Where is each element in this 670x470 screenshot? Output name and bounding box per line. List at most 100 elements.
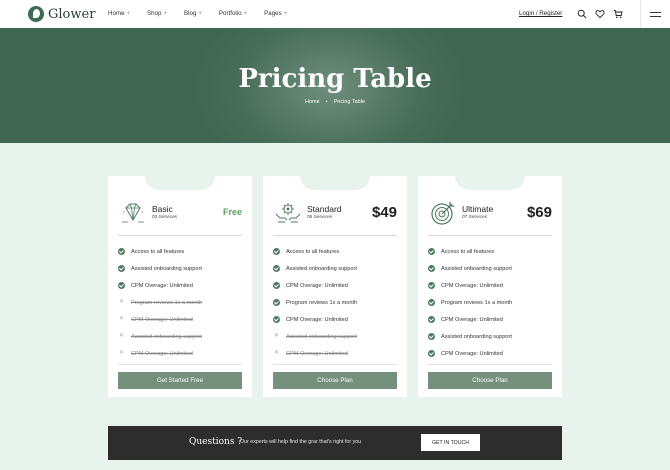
check-icon bbox=[118, 248, 125, 255]
logo[interactable]: Glower bbox=[28, 6, 95, 22]
feature-text: Program reviews 1x a month bbox=[131, 299, 203, 306]
feature-list: Access to all features Assisted onboardi… bbox=[428, 243, 512, 362]
check-icon bbox=[118, 282, 125, 289]
check-icon bbox=[428, 350, 435, 357]
feature-item: ✕ Assisted onboarding support bbox=[118, 328, 202, 345]
nav-item-portfolio[interactable]: Portfolio + bbox=[219, 10, 247, 17]
plan-services: 03 Services bbox=[152, 215, 178, 220]
feature-item: CPM Overage: Unlimited bbox=[273, 311, 357, 328]
check-icon bbox=[273, 282, 280, 289]
nav-label: Pages bbox=[264, 10, 282, 17]
feature-item: ✕ CPM Overage: Unlimited bbox=[118, 311, 202, 328]
feature-list: Access to all features Assisted onboardi… bbox=[118, 243, 202, 362]
divider bbox=[428, 235, 552, 236]
heart-icon[interactable] bbox=[595, 9, 605, 19]
feature-text: CPM Overage: Unlimited bbox=[441, 350, 503, 357]
feature-item: Assisted onboarding support bbox=[273, 260, 357, 277]
feature-item: Assisted onboarding support bbox=[118, 260, 202, 277]
feature-item: ✕ CPM Overage: Unlimited bbox=[118, 345, 202, 362]
logo-text: Glower bbox=[48, 6, 96, 22]
breadcrumb-home[interactable]: Home bbox=[305, 99, 320, 105]
plus-icon: + bbox=[126, 10, 131, 17]
check-icon bbox=[273, 248, 280, 255]
search-icon[interactable] bbox=[577, 9, 587, 19]
card-notch bbox=[145, 176, 215, 190]
site-header: Glower Home + Shop + Blog + Portfolio + Page… bbox=[0, 0, 670, 28]
divider bbox=[273, 364, 397, 365]
feature-item: CPM Overage: Unlimited bbox=[273, 277, 357, 294]
questions-title: Questions ? bbox=[189, 437, 243, 447]
breadcrumb: Home • Pricing Table bbox=[0, 99, 670, 105]
card-notch bbox=[455, 176, 525, 190]
divider bbox=[273, 235, 397, 236]
plus-icon: + bbox=[243, 10, 248, 17]
cross-icon: ✕ bbox=[118, 299, 125, 305]
feature-text: CPM Overage: Unlimited bbox=[286, 316, 348, 323]
feature-item: CPM Overage: Unlimited bbox=[428, 277, 512, 294]
plan-name: Ultimate bbox=[462, 204, 494, 214]
feature-item: ✕ Assisted onboarding support bbox=[273, 328, 357, 345]
check-icon bbox=[273, 316, 280, 323]
feature-text: Program reviews 1x a month bbox=[441, 299, 513, 306]
cross-icon: ✕ bbox=[273, 350, 280, 356]
check-icon bbox=[428, 333, 435, 340]
questions-text: Our experts will help find the grar that… bbox=[240, 439, 362, 445]
feature-text: CPM Overage: Unlimited bbox=[441, 282, 503, 289]
plan-price: $69 bbox=[526, 204, 552, 221]
feature-text: Access to all features bbox=[131, 248, 185, 255]
feature-item: ✕ Program reviews 1x a month bbox=[118, 294, 202, 311]
feature-text: CPM Overage: Unlimited bbox=[131, 350, 193, 357]
feature-text: CPM Overage: Unlimited bbox=[441, 316, 503, 323]
nav-label: Home bbox=[108, 10, 125, 17]
choose-plan-button[interactable]: Choose Plan bbox=[428, 372, 552, 389]
feature-text: Assisted onboarding support bbox=[441, 333, 512, 340]
page-title: Pricing Table bbox=[238, 64, 432, 94]
feature-item: Access to all features bbox=[273, 243, 357, 260]
feature-list: Access to all features Assisted onboardi… bbox=[273, 243, 357, 362]
feature-item: Access to all features bbox=[118, 243, 202, 260]
cart-icon[interactable] bbox=[613, 9, 623, 19]
check-icon bbox=[428, 299, 435, 306]
feature-text: Assisted onboarding support bbox=[441, 265, 512, 272]
feature-text: Program reviews 1x a month bbox=[286, 299, 358, 306]
feature-item: Assisted onboarding support bbox=[428, 260, 512, 277]
feature-text: Assisted onboarding support bbox=[131, 333, 202, 340]
feature-text: Access to all features bbox=[286, 248, 340, 255]
divider bbox=[428, 364, 552, 365]
login-register-link[interactable]: Login / Register bbox=[519, 10, 562, 17]
feature-text: CPM Overage: Unlimited bbox=[286, 350, 348, 357]
check-icon bbox=[273, 265, 280, 272]
check-icon bbox=[428, 282, 435, 289]
get-started-free-button[interactable]: Get Started Free bbox=[118, 372, 242, 389]
feature-item: ✕ CPM Overage: Unlimited bbox=[273, 345, 357, 362]
main-nav: Home + Shop + Blog + Portfolio + Pages + bbox=[108, 10, 304, 17]
plan-name: Standard bbox=[307, 204, 342, 214]
nav-label: Portfolio bbox=[218, 10, 242, 17]
feature-item: Program reviews 1x a month bbox=[428, 294, 512, 311]
plan-price: $49 bbox=[371, 204, 397, 221]
feature-text: CPM Overage: Unlimited bbox=[286, 282, 348, 289]
nav-item-pages[interactable]: Pages + bbox=[264, 10, 287, 17]
nav-label: Shop bbox=[147, 10, 162, 17]
menu-icon[interactable] bbox=[640, 0, 670, 28]
feature-item: Assisted onboarding support bbox=[428, 328, 512, 345]
page-hero: Pricing Table Home • Pricing Table bbox=[0, 28, 670, 143]
feature-item: CPM Overage: Unlimited bbox=[428, 345, 512, 362]
check-icon bbox=[428, 316, 435, 323]
feature-text: CPM Overage: Unlimited bbox=[131, 316, 193, 323]
nav-item-blog[interactable]: Blog + bbox=[184, 10, 202, 17]
diamond-icon bbox=[122, 203, 144, 223]
nav-item-shop[interactable]: Shop + bbox=[147, 10, 167, 17]
get-in-touch-button[interactable]: GET IN TOUCH bbox=[421, 434, 480, 451]
feature-text: Assisted onboarding support bbox=[286, 333, 357, 340]
breadcrumb-separator: • bbox=[325, 99, 328, 105]
feature-item: CPM Overage: Unlimited bbox=[428, 311, 512, 328]
feature-text: Assisted onboarding support bbox=[286, 265, 357, 272]
choose-plan-button[interactable]: Choose Plan bbox=[273, 372, 397, 389]
nav-item-home[interactable]: Home + bbox=[108, 10, 130, 17]
pricing-card-standard: Standard 05 Services $49 Access to all f… bbox=[263, 176, 407, 397]
plus-icon: + bbox=[198, 10, 202, 17]
feature-text: Assisted onboarding support bbox=[131, 265, 202, 272]
hands-gear-icon bbox=[275, 203, 301, 223]
pricing-card-basic: Basic 03 Services Free Access to all fea… bbox=[108, 176, 252, 397]
